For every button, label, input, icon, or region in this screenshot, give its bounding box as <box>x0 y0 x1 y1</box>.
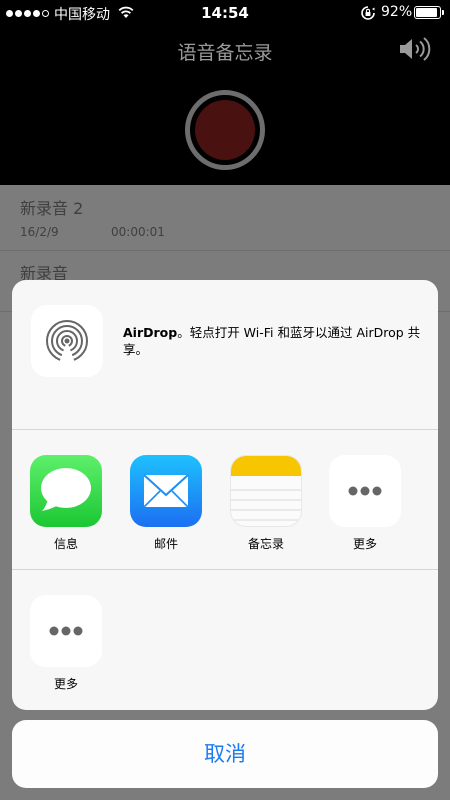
battery-percent: 92% <box>381 4 413 20</box>
speaker-icon[interactable] <box>397 36 431 66</box>
page-title: 语音备忘录 <box>177 42 273 64</box>
record-button[interactable] <box>185 90 265 170</box>
recording-duration: 00:00:01 <box>111 225 165 239</box>
share-app-mail[interactable]: 邮件 <box>121 455 211 552</box>
mail-icon <box>130 455 202 527</box>
share-app-messages[interactable]: 信息 <box>21 455 111 552</box>
orientation-lock-icon <box>360 5 376 25</box>
share-app-more[interactable]: 更多 <box>320 455 410 552</box>
share-sheet: AirDrop。轻点打开 Wi-Fi 和蓝牙以通过 AirDrop 共享。 信息… <box>12 280 438 710</box>
notes-icon <box>230 455 302 527</box>
share-actions-row: 更多 <box>12 571 438 710</box>
status-bar: 中国移动 14:54 92% <box>0 0 450 28</box>
app-header: 语音备忘录 <box>0 28 450 185</box>
messages-icon <box>30 455 102 527</box>
share-app-notes[interactable]: 备忘录 <box>221 455 311 552</box>
battery-icon <box>414 6 444 19</box>
share-app-label: 备忘录 <box>247 537 284 551</box>
more-icon <box>329 455 401 527</box>
recording-date: 16/2/9 <box>20 225 59 239</box>
cancel-button[interactable]: 取消 <box>12 720 438 788</box>
list-item[interactable]: 新录音 2 16/2/9 00:00:01 <box>0 185 450 251</box>
airdrop-description: AirDrop。轻点打开 Wi-Fi 和蓝牙以通过 AirDrop 共享。 <box>123 324 423 358</box>
more-icon <box>30 595 102 667</box>
share-app-label: 邮件 <box>153 537 178 551</box>
share-app-label: 信息 <box>53 537 78 551</box>
share-action-label: 更多 <box>53 677 78 691</box>
share-action-more[interactable]: 更多 <box>21 595 111 692</box>
share-app-label: 更多 <box>352 537 377 551</box>
record-icon <box>195 100 255 160</box>
airdrop-title: AirDrop <box>123 325 178 340</box>
share-apps-row: 信息 邮件 备忘录 更多 <box>12 431 438 570</box>
airdrop-icon <box>31 305 103 377</box>
airdrop-row[interactable]: AirDrop。轻点打开 Wi-Fi 和蓝牙以通过 AirDrop 共享。 <box>12 280 438 430</box>
recording-title: 新录音 2 <box>20 199 84 218</box>
